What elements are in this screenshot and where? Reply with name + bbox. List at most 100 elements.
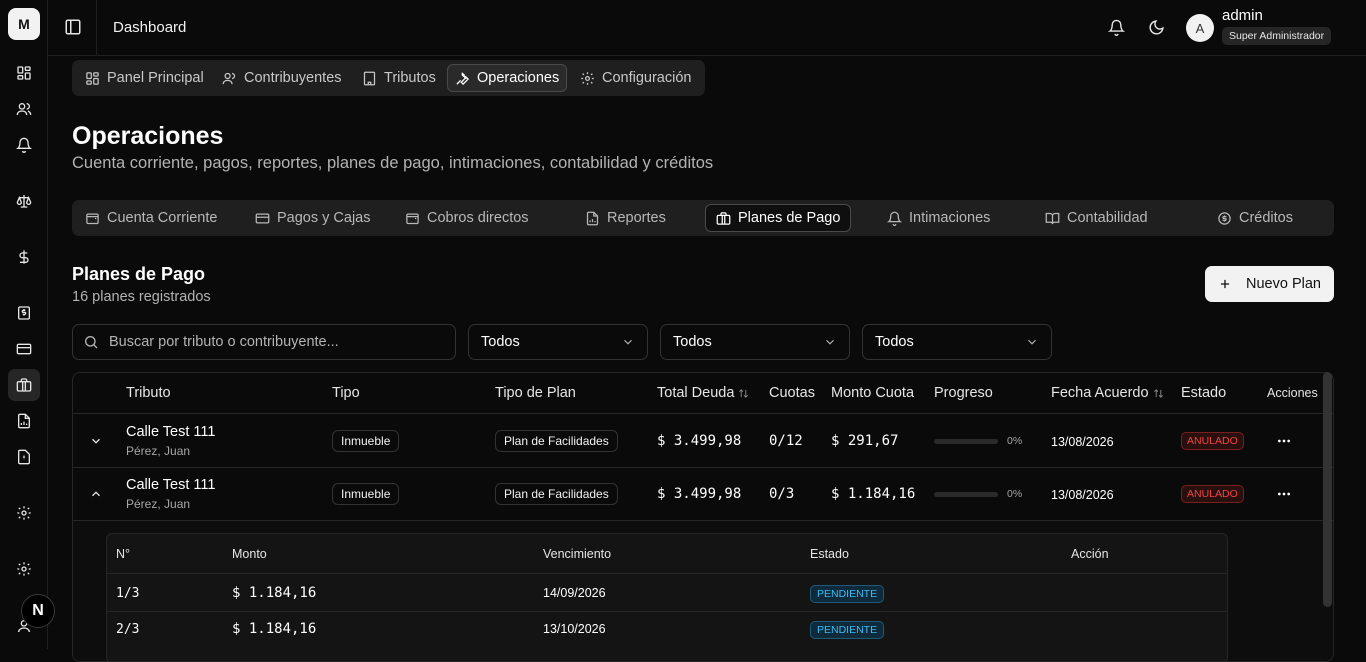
- tab-reportes[interactable]: Reportes: [574, 204, 677, 232]
- nav-operaciones[interactable]: Operaciones: [447, 64, 568, 92]
- settings-icon[interactable]: [8, 553, 40, 585]
- wallet-icon: [86, 213, 99, 224]
- page-subtitle: Cuenta corriente, pagos, reportes, plane…: [72, 154, 714, 172]
- chevron-down-icon[interactable]: [89, 434, 103, 448]
- tab-intimaciones[interactable]: Intimaciones: [876, 204, 1001, 232]
- nav-contribuyentes[interactable]: Contribuyentes: [214, 64, 350, 92]
- more-actions-icon[interactable]: [1276, 486, 1292, 502]
- users-icon[interactable]: [8, 93, 40, 125]
- sidebar-toggle-icon[interactable]: [64, 18, 82, 36]
- installment-number: 1/3: [116, 586, 140, 601]
- tab-contabilidad[interactable]: Contabilidad: [1034, 204, 1159, 232]
- next-dev-badge[interactable]: N: [21, 594, 55, 628]
- row-monto-cuota: $ 1.184,16: [831, 486, 916, 502]
- col-estado: Estado: [810, 547, 849, 561]
- col-progreso[interactable]: Progreso: [934, 385, 993, 401]
- installments-panel: N° Monto Vencimiento Estado Acción 1/3 $…: [73, 521, 1333, 661]
- credit-card-icon[interactable]: [8, 333, 40, 365]
- briefcase-icon[interactable]: [8, 369, 40, 401]
- table-row[interactable]: Calle Test 111 Pérez, Juan Inmueble Plan…: [73, 468, 1333, 521]
- row-tributo: Calle Test 111: [126, 424, 216, 440]
- file-alert-icon[interactable]: [8, 441, 40, 473]
- row-total-deuda: $ 3.499,98: [657, 433, 742, 449]
- table-row[interactable]: Calle Test 111 Pérez, Juan Inmueble Plan…: [73, 415, 1333, 468]
- notifications-bell-icon[interactable]: [1108, 19, 1125, 36]
- more-actions-icon[interactable]: [1276, 433, 1292, 449]
- col-tributo[interactable]: Tributo: [126, 385, 171, 401]
- dollar-icon[interactable]: [8, 241, 40, 273]
- nav-configuracion[interactable]: Configuración: [572, 64, 699, 92]
- new-plan-button[interactable]: Nuevo Plan: [1205, 266, 1334, 302]
- file-chart-icon[interactable]: [8, 405, 40, 437]
- file-chart-icon: [586, 211, 599, 225]
- tab-label: Créditos: [1239, 210, 1293, 226]
- user-name: admin: [1222, 7, 1263, 24]
- tab-creditos[interactable]: Créditos: [1206, 204, 1304, 232]
- col-numero: N°: [116, 547, 131, 561]
- scrollbar[interactable]: [1323, 372, 1332, 607]
- col-tipo[interactable]: Tipo: [332, 385, 360, 401]
- nav-label: Panel Principal: [107, 70, 204, 86]
- status-badge: ANULADO: [1181, 485, 1244, 503]
- wallet-icon: [406, 213, 419, 224]
- section-subtitle: 16 planes registrados: [72, 289, 211, 305]
- nav-panel-principal[interactable]: Panel Principal: [77, 64, 212, 92]
- tab-label: Planes de Pago: [738, 210, 841, 226]
- tab-label: Contabilidad: [1067, 210, 1148, 226]
- col-fecha-acuerdo[interactable]: Fecha Acuerdo: [1051, 385, 1164, 401]
- avatar[interactable]: A: [1186, 14, 1214, 42]
- col-vencimiento: Vencimiento: [543, 547, 612, 561]
- nav-tributos[interactable]: Tributos: [354, 64, 444, 92]
- nav-label: Operaciones: [477, 70, 560, 86]
- search-input[interactable]: Buscar por tributo o contribuyente...: [72, 324, 456, 360]
- page-title: Operaciones: [72, 122, 224, 150]
- col-total-deuda[interactable]: Total Deuda: [657, 385, 749, 401]
- progress-percent: 0%: [1007, 488, 1023, 500]
- sort-icon: [1153, 388, 1163, 398]
- page-breadcrumb: Dashboard: [113, 19, 187, 36]
- app-logo[interactable]: M: [8, 8, 40, 40]
- tab-pagos-y-cajas[interactable]: Pagos y Cajas: [244, 204, 382, 232]
- row-fecha-acuerdo: 13/08/2026: [1051, 435, 1114, 449]
- tipo-plan-badge: Plan de Facilidades: [495, 430, 618, 452]
- scale-icon[interactable]: [8, 185, 40, 217]
- tab-label: Cuenta Corriente: [107, 210, 218, 226]
- installment-due-date: 13/10/2026: [543, 622, 606, 636]
- tipo-badge: Inmueble: [332, 483, 400, 505]
- col-monto-cuota[interactable]: Monto Cuota: [831, 385, 914, 401]
- plus-icon: [1220, 279, 1230, 289]
- chevron-down-icon: [624, 339, 632, 345]
- new-plan-label: Nuevo Plan: [1246, 276, 1321, 292]
- tab-label: Cobros directos: [427, 210, 529, 226]
- filter-select-1[interactable]: Todos: [468, 324, 648, 360]
- filter-select-3[interactable]: Todos: [862, 324, 1052, 360]
- col-monto: Monto: [232, 547, 267, 561]
- table-header: Tributo Tipo Tipo de Plan Total Deuda Cu…: [73, 373, 1333, 414]
- installment-row: 2/3 $ 1.184,16 13/10/2026 PENDIENTE: [107, 611, 1227, 649]
- tab-cobros-directos[interactable]: Cobros directos: [394, 204, 540, 232]
- receipt-icon[interactable]: [8, 297, 40, 329]
- col-estado[interactable]: Estado: [1181, 385, 1226, 401]
- col-tipo-plan[interactable]: Tipo de Plan: [495, 385, 576, 401]
- col-cuotas[interactable]: Cuotas: [769, 385, 815, 401]
- tab-planes-de-pago[interactable]: Planes de Pago: [705, 204, 852, 232]
- search-icon: [85, 336, 98, 349]
- credit-card-icon: [255, 213, 270, 223]
- select-value: Todos: [481, 334, 520, 350]
- tipo-badge: Inmueble: [332, 430, 400, 452]
- theme-toggle-moon-icon[interactable]: [1148, 19, 1165, 36]
- dashboard-icon[interactable]: [8, 57, 40, 89]
- row-cuotas: 0/12: [769, 433, 803, 449]
- row-contribuyente: Pérez, Juan: [126, 497, 191, 511]
- filter-select-2[interactable]: Todos: [660, 324, 850, 360]
- tab-cuenta-corriente[interactable]: Cuenta Corriente: [74, 204, 228, 232]
- operations-tabs: Cuenta Corriente Pagos y Cajas Cobros di…: [72, 200, 1334, 236]
- bell-icon[interactable]: [8, 129, 40, 161]
- book-icon: [1045, 212, 1060, 224]
- chevron-up-icon[interactable]: [89, 487, 103, 501]
- gear-icon[interactable]: [8, 497, 40, 529]
- user-role-badge: Super Administrador: [1222, 27, 1332, 45]
- layout-dashboard-icon: [86, 71, 99, 85]
- col-accion: Acción: [1071, 547, 1109, 561]
- gear-icon: [581, 71, 594, 85]
